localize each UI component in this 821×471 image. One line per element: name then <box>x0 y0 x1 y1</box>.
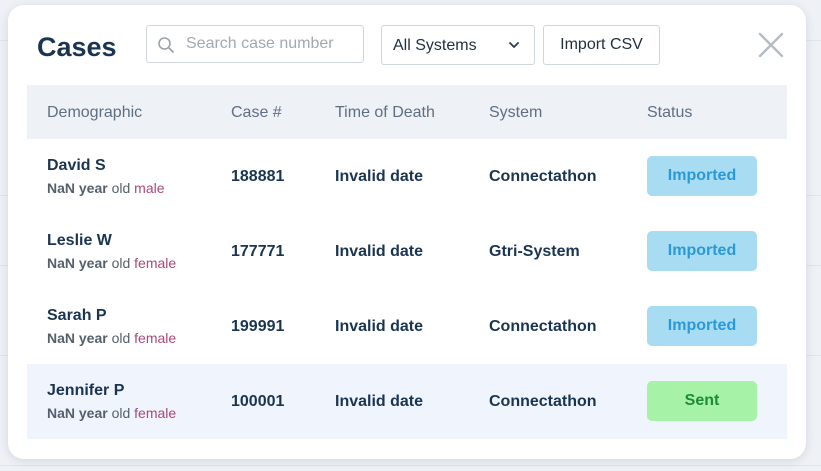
table-header: Demographic Case # Time of Death System … <box>27 85 787 139</box>
column-header-status: Status <box>647 104 693 121</box>
time-of-death: Invalid date <box>335 168 424 185</box>
patient-name: Sarah P <box>47 307 107 324</box>
status-badge: Imported <box>647 306 757 346</box>
close-icon[interactable] <box>758 32 784 58</box>
patient-name: Jennifer P <box>47 382 125 399</box>
case-number: 177771 <box>231 243 285 260</box>
column-header-time-of-death: Time of Death <box>335 104 435 121</box>
column-header-demographic: Demographic <box>47 104 143 121</box>
cases-table: Demographic Case # Time of Death System … <box>27 85 787 439</box>
patient-demographics: NaN year old female <box>47 405 176 421</box>
search-field[interactable] <box>146 25 364 63</box>
status-badge: Imported <box>647 156 757 196</box>
time-of-death: Invalid date <box>335 243 424 260</box>
patient-demographics: NaN year old female <box>47 330 176 346</box>
patient-name: Leslie W <box>47 232 112 249</box>
patient-age: NaN year <box>47 255 108 271</box>
age-suffix: old <box>111 405 131 421</box>
system-filter-value: All Systems <box>393 37 477 54</box>
cases-modal: Cases All Systems Import CSV Demographic… <box>8 5 806 459</box>
table-row[interactable]: David S NaN year old male 188881 Invalid… <box>27 139 787 214</box>
table-row[interactable]: Jennifer P NaN year old female 100001 In… <box>27 364 787 439</box>
table-row[interactable]: Sarah P NaN year old female 199991 Inval… <box>27 289 787 364</box>
time-of-death: Invalid date <box>335 393 424 410</box>
patient-age: NaN year <box>47 330 108 346</box>
patient-name: David S <box>47 157 106 174</box>
demographic-cell: Jennifer P NaN year old female <box>47 382 176 421</box>
case-number: 188881 <box>231 168 285 185</box>
patient-sex: male <box>134 180 165 196</box>
search-icon <box>158 37 174 53</box>
patient-sex: female <box>134 255 177 271</box>
patient-age: NaN year <box>47 180 108 196</box>
status-badge: Imported <box>647 231 757 271</box>
case-number: 100001 <box>231 393 285 410</box>
backdrop-divider <box>0 465 821 466</box>
import-csv-button[interactable]: Import CSV <box>543 25 660 65</box>
table-row[interactable]: Leslie W NaN year old female 177771 Inva… <box>27 214 787 289</box>
age-suffix: old <box>111 255 131 271</box>
age-suffix: old <box>111 330 131 346</box>
system-name: Connectathon <box>489 168 597 185</box>
search-input[interactable] <box>186 26 356 62</box>
demographic-cell: Sarah P NaN year old female <box>47 307 176 346</box>
chevron-down-icon <box>509 42 519 48</box>
modal-title: Cases <box>37 32 117 62</box>
case-number: 199991 <box>231 318 285 335</box>
system-name: Connectathon <box>489 393 597 410</box>
system-filter-select[interactable]: All Systems <box>381 25 535 65</box>
age-suffix: old <box>111 180 131 196</box>
column-header-system: System <box>489 104 543 121</box>
system-name: Connectathon <box>489 318 597 335</box>
column-header-case-number: Case # <box>231 104 282 121</box>
patient-sex: female <box>134 330 177 346</box>
demographic-cell: David S NaN year old male <box>47 157 165 196</box>
time-of-death: Invalid date <box>335 318 424 335</box>
patient-demographics: NaN year old male <box>47 180 165 196</box>
patient-demographics: NaN year old female <box>47 255 176 271</box>
patient-sex: female <box>134 405 177 421</box>
demographic-cell: Leslie W NaN year old female <box>47 232 176 271</box>
patient-age: NaN year <box>47 405 108 421</box>
status-badge: Sent <box>647 381 757 421</box>
system-name: Gtri-System <box>489 243 580 260</box>
